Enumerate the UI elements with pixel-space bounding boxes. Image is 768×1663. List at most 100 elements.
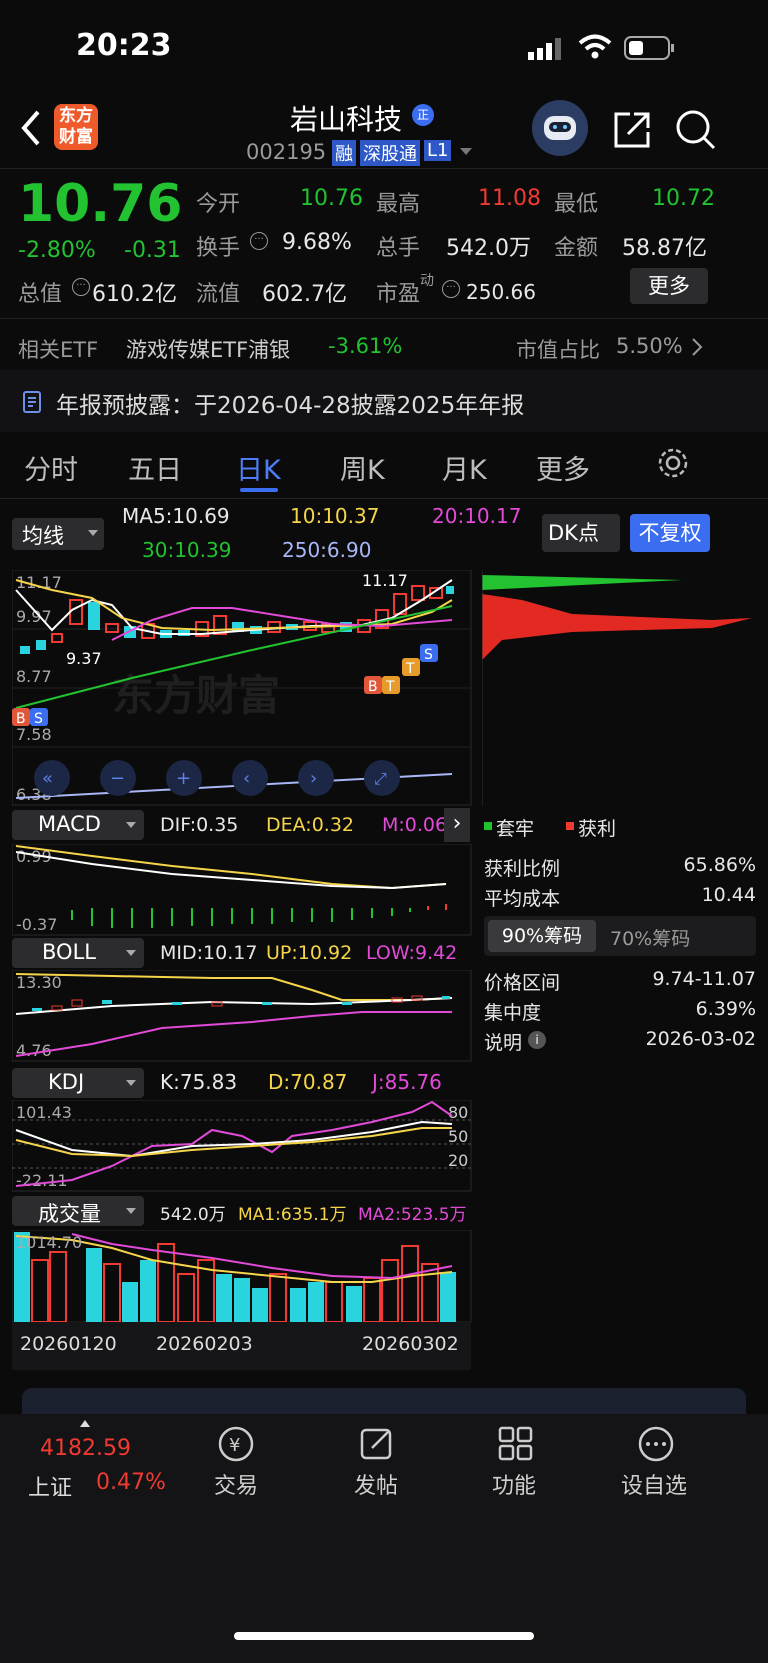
turnover-value: 9.68% [282,230,352,255]
volume-ma2: MA2:523.5万 [358,1205,467,1225]
nav-post[interactable]: 发帖 [316,1468,436,1500]
macd-select-label: MACD [38,812,101,836]
document-icon [22,390,44,418]
ma-select-label: 均线 [22,524,64,548]
tab-more[interactable]: 更多 [536,448,590,487]
macd-select[interactable]: MACD [12,810,144,840]
chevron-down-icon[interactable] [460,148,472,155]
more-dots-icon[interactable] [636,1424,676,1468]
more-button[interactable]: 更多 [630,268,708,304]
robot-avatar-icon[interactable] [532,100,588,156]
dk-label: DK点 [548,521,599,545]
chips-tab-90[interactable]: 90%筹码 [488,920,596,952]
high-label: 最高 [376,192,421,217]
tab-wuri[interactable]: 五日 [128,448,182,487]
chevron-right-icon[interactable] [690,336,704,362]
kdj-select-label: KDJ [48,1070,85,1094]
tab-rik[interactable]: 日K [236,448,281,487]
info-icon[interactable]: ··· [250,232,268,250]
macd-ybot: -0.37 [16,915,57,934]
etf-share-label: 市值占比 [516,338,600,362]
kdj-select[interactable]: KDJ [12,1068,144,1098]
dk-button[interactable]: DK点 [542,514,620,552]
collapse-arrow-button[interactable]: › [444,808,470,842]
kline-high-label: 11.17 [362,571,408,590]
nav-watchlist[interactable]: 设自选 [594,1468,714,1500]
open-value: 10.76 [300,186,363,211]
boll-chart: 13.30 4.76 [12,970,472,1062]
kdj-level-50: 50 [448,1127,468,1146]
date-label: 20260203 [156,1333,253,1355]
post-icon[interactable] [358,1424,398,1468]
pe-value: 250.66 [466,280,536,304]
index-pct: 0.47% [96,1470,166,1495]
kline-chart[interactable]: 东方财富 11.17 9.97 8.77 7.58 6.38 11.17 9.3… [12,570,472,806]
open-label: 今开 [196,192,241,217]
kdj-chart: 101.43 -22.11 80 50 20 [12,1100,472,1192]
ma10-value: 10:10.37 [290,504,380,528]
volume-v: 542.0万 [160,1205,226,1225]
svg-text:S: S [34,711,43,727]
chips-ratio: 65.86% [683,854,756,876]
chips-range-label: 价格区间 [484,972,561,994]
signal-icon [528,38,564,64]
amount-label: 金额 [554,236,599,261]
chips-cost: 10.44 [701,884,756,906]
macd-dea: DEA:0.32 [266,814,355,836]
etf-label: 相关ETF [18,338,99,362]
ma20-value: 20:10.17 [432,504,522,528]
high-value: 11.08 [478,186,541,211]
volume-value: 542.0万 [446,236,531,261]
volume-ma1: MA1:635.1万 [238,1205,347,1225]
search-icon[interactable] [674,108,718,156]
stock-name: 岩山科技 [290,103,403,136]
kline-low-label: 9.37 [66,649,102,668]
trade-icon[interactable]: ¥ [214,1424,258,1468]
tab-fenshi[interactable]: 分时 [24,448,78,487]
boll-ytop: 13.30 [16,973,62,992]
nav-function[interactable]: 功能 [454,1468,574,1500]
boll-select[interactable]: BOLL [12,938,144,968]
tag-rong: 融 [332,140,356,166]
svg-text:«: « [42,768,53,789]
fuquan-button[interactable]: 不复权 [630,514,710,552]
tab-zhouk[interactable]: 周K [340,448,385,487]
etf-name[interactable]: 游戏传媒ETF浦银 [126,334,290,364]
zoom-controls: « − + ‹ › ⤢ [34,760,400,796]
info-icon[interactable]: i [528,1031,546,1049]
svg-text:B: B [16,711,26,727]
ma-select[interactable]: 均线 [12,518,104,550]
stock-code: 002195 [246,140,327,164]
info-icon[interactable]: ··· [72,278,90,296]
notice-text[interactable]: 年报预披露：于2026-04-28披露2025年年报 [56,386,524,420]
index-name[interactable]: 上证 [28,1470,72,1502]
svg-text:T: T [385,679,395,695]
volume-select[interactable]: 成交量 [12,1196,144,1226]
boll-select-label: BOLL [42,940,96,964]
index-value[interactable]: 4182.59 [40,1436,131,1461]
kdj-level-80: 80 [448,1103,468,1122]
etf-pct: -3.61% [328,334,403,358]
settings-gear-icon[interactable] [656,446,690,484]
chips-tab-70[interactable]: 70%筹码 [610,924,690,951]
nav-trade[interactable]: 交易 [176,1468,296,1500]
volume-label: 总手 [376,236,421,261]
chips-conc: 6.39% [695,998,756,1020]
etf-share: 5.50% [616,334,683,358]
tab-yuek[interactable]: 月K [442,448,487,487]
low-label: 最低 [554,192,599,217]
amount-value: 58.87亿 [622,236,707,261]
mktcap-value: 610.2亿 [92,282,177,307]
info-icon[interactable]: ··· [442,280,460,298]
ma30-value: 30:10.39 [142,538,232,562]
svg-text:S: S [424,647,433,663]
ma5-value: MA5:10.69 [122,504,230,528]
back-icon[interactable] [18,108,42,152]
share-icon[interactable] [612,110,652,154]
chips-legend-2: 获利 [578,818,617,840]
grid-icon[interactable] [496,1424,536,1468]
float-value: 602.7亿 [262,282,347,307]
svg-text:¥: ¥ [229,1435,240,1456]
volume-select-label: 成交量 [38,1202,101,1226]
svg-text:T: T [405,661,415,677]
